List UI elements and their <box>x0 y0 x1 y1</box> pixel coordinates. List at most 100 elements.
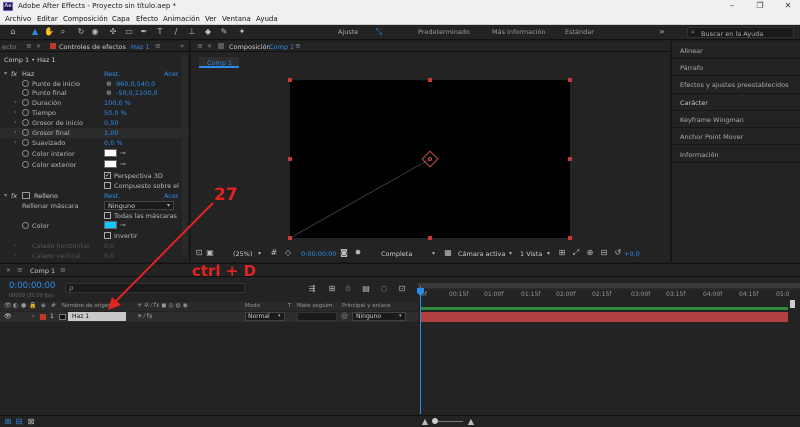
source-name-header[interactable]: Nombre de origen <box>62 303 112 309</box>
parent-header[interactable]: Principal y enlace <box>342 303 390 309</box>
grid-icon[interactable]: # <box>269 248 279 258</box>
mask-visibility-icon[interactable]: ◇ <box>283 248 293 258</box>
effect-controls-tab-layer[interactable]: Haz 1 <box>131 43 149 51</box>
panel-keyframe-wingman[interactable]: Keyframe Wingman <box>680 116 744 124</box>
rotate-tool-icon[interactable]: ↻ <box>76 27 86 37</box>
stopwatch-icon[interactable] <box>22 109 29 116</box>
transform-handle[interactable] <box>568 157 572 161</box>
current-time[interactable]: 0:00:00:00 <box>9 281 55 291</box>
panel-alinear[interactable]: Alinear <box>680 47 703 55</box>
workspace-mas-informacion[interactable]: Más información <box>492 28 546 36</box>
clone-stamp-tool-icon[interactable]: ⊥ <box>187 27 197 37</box>
effect-haz-header[interactable]: ▾ fx Haz Rest. Acer <box>0 69 189 79</box>
pan-behind-tool-icon[interactable]: ✣ <box>108 27 118 37</box>
shy-layers-icon[interactable]: ☃ <box>343 284 353 294</box>
layer-duration-bar[interactable] <box>420 312 788 322</box>
expand-arrow-icon[interactable]: › <box>14 109 16 116</box>
menu-capa[interactable]: Capa <box>112 15 130 23</box>
reset-link[interactable]: Rest. <box>104 192 120 200</box>
draft-3d-icon[interactable]: ⊞ <box>327 284 337 294</box>
motion-blur-icon[interactable]: ◌ <box>379 284 389 294</box>
rectangle-tool-icon[interactable]: ▭ <box>124 27 134 37</box>
menu-lines-icon[interactable]: ≡ <box>197 42 203 50</box>
end-marker[interactable] <box>790 300 795 308</box>
transform-handle[interactable] <box>288 78 292 82</box>
tab-overflow-icon[interactable]: » <box>180 42 184 50</box>
parent-dropdown[interactable]: Ninguno ▾ <box>352 312 406 321</box>
menu-editar[interactable]: Editar <box>37 15 58 23</box>
prop-value[interactable]: -50,0,1100,0 <box>116 89 158 97</box>
checkbox[interactable] <box>104 232 111 239</box>
eye-icon[interactable]: 👁 <box>4 302 12 309</box>
switches-icons[interactable]: ✳ ✲ ⁄ fx ◼ ◎ ◍ ◉ <box>137 302 188 309</box>
comp-subtab[interactable]: Comp 1 <box>199 57 239 68</box>
eraser-tool-icon[interactable]: ◆ <box>203 27 213 37</box>
layer-switches[interactable]: ✳ ⁄ fx <box>137 313 153 320</box>
visibility-eye-icon[interactable]: 👁 <box>4 313 12 320</box>
eyedropper-icon[interactable]: ⊸ <box>120 221 126 229</box>
snapshot-icon[interactable]: ◙ <box>339 248 349 258</box>
tab-menu-icon[interactable]: ≡ <box>60 266 66 274</box>
crosshair-icon[interactable]: ⊕ <box>106 89 112 97</box>
help-search-input[interactable]: ⌕ Buscar en la Ayuda <box>687 27 794 38</box>
color-swatch[interactable] <box>104 160 117 168</box>
color-swatch[interactable] <box>104 221 117 229</box>
menu-ver[interactable]: Ver <box>205 15 216 23</box>
fill-mask-dropdown[interactable]: Ninguno ▾ <box>104 201 174 210</box>
3d-axis-icon[interactable]: ⤢ <box>571 248 581 258</box>
lock-3d-icon[interactable]: ⊕ <box>585 248 595 258</box>
graph-editor-icon[interactable]: ⊡ <box>397 284 407 294</box>
comp-timecode[interactable]: 0:00:00:00 <box>301 250 337 258</box>
menu-efecto[interactable]: Efecto <box>136 15 158 23</box>
pickwhip-icon[interactable]: @ <box>341 312 348 320</box>
camera-tool-icon[interactable]: ◉ <box>90 27 100 37</box>
stopwatch-icon[interactable] <box>22 150 29 157</box>
resolution-dropdown[interactable]: Completa <box>381 250 412 258</box>
effect-relleno-header[interactable]: ▾ fx Relleno Rest. Acer <box>0 191 189 201</box>
close-tab-icon[interactable]: ✕ <box>36 43 41 50</box>
close-icon[interactable]: ✕ <box>778 1 798 12</box>
layer-row[interactable]: 👁 › 1 Haz 1 ✳ ⁄ fx Normal ▾ @ Ninguno ▾ <box>0 312 418 322</box>
lock-column-icon[interactable]: 🔒 <box>29 302 36 309</box>
expand-arrow-icon[interactable]: › <box>32 313 34 320</box>
composition-tab-comp[interactable]: Comp 1 <box>269 43 294 51</box>
audio-icon[interactable]: ◐ <box>13 302 18 309</box>
transform-handle[interactable] <box>428 78 432 82</box>
workspace-overflow-icon[interactable]: » <box>657 27 667 37</box>
stopwatch-icon[interactable] <box>22 161 29 168</box>
prop-value[interactable]: 0,50 <box>104 119 118 127</box>
zoom-slider-knob[interactable] <box>432 418 438 424</box>
stopwatch-icon[interactable] <box>22 222 29 229</box>
reset-link[interactable]: Rest. <box>104 70 120 78</box>
fx-icon[interactable]: fx <box>11 70 17 78</box>
mode-dropdown[interactable]: Normal ▾ <box>245 312 285 321</box>
effect-controls-tab-title[interactable]: Controles de efectos <box>59 43 126 51</box>
prop-value[interactable]: 0,0 % <box>104 139 123 147</box>
close-tab-icon[interactable]: ✕ <box>207 43 212 50</box>
number-icon[interactable]: # <box>51 302 56 309</box>
zoom-tool-icon[interactable]: ⌕ <box>58 27 68 37</box>
eyedropper-icon[interactable]: ⊸ <box>120 149 126 157</box>
home-icon[interactable]: ⌂ <box>8 27 18 37</box>
menu-animacion[interactable]: Animación <box>163 15 200 23</box>
menu-ayuda[interactable]: Ayuda <box>256 15 278 23</box>
stopwatch-icon[interactable] <box>22 129 29 136</box>
zoom-dropdown[interactable]: (25%) <box>233 250 253 258</box>
always-preview-icon[interactable]: ⊡ <box>194 248 204 258</box>
prop-value[interactable]: 1,00 <box>104 129 118 137</box>
pen-tool-icon[interactable]: ✒ <box>139 27 149 37</box>
track-matte-dropdown[interactable] <box>297 312 337 321</box>
tab-menu-icon[interactable]: ≡ <box>295 42 301 50</box>
stopwatch-icon[interactable] <box>22 139 29 146</box>
t-header[interactable]: T <box>288 303 291 309</box>
eyedropper-icon[interactable]: ⊸ <box>120 160 126 168</box>
panel-informacion[interactable]: Información <box>680 151 719 159</box>
crosshair-icon[interactable]: ⊕ <box>106 80 112 88</box>
prev-tab-label[interactable]: ecto <box>2 43 16 51</box>
solo-icon[interactable]: ● <box>21 302 26 309</box>
close-tab-icon[interactable]: ✕ <box>6 267 11 274</box>
frame-blending-icon[interactable]: ▤ <box>361 284 371 294</box>
layer-search-input[interactable]: ρ <box>65 283 245 293</box>
panel-parrafo[interactable]: Párrafo <box>680 64 703 72</box>
prop-value[interactable]: 100,0 % <box>104 99 131 107</box>
